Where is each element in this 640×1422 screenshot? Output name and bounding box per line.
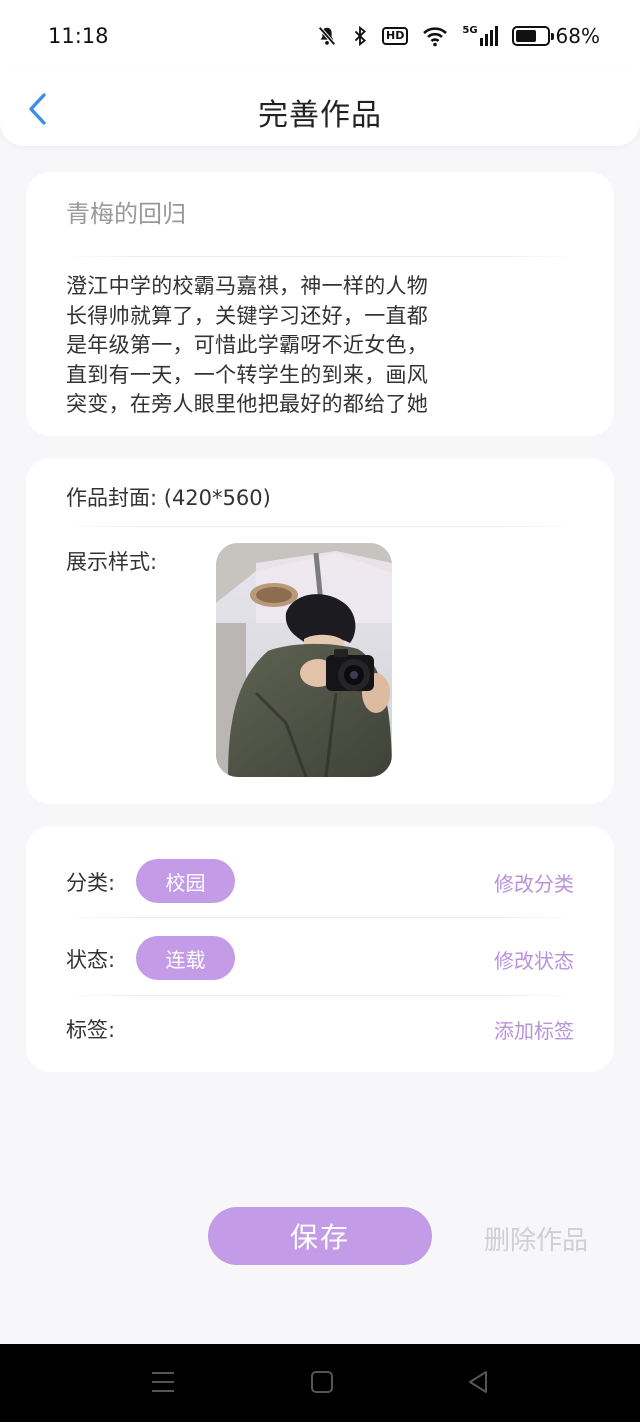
display-style-label: 展示样式:: [66, 550, 158, 574]
home-square-icon[interactable]: [310, 1368, 334, 1396]
system-nav-bar: [0, 1344, 640, 1422]
meta-card: 分类: 校园 修改分类 状态: 连载 修改状态 标签: 添加标签: [26, 826, 614, 1072]
page-title: 完善作品: [258, 98, 382, 133]
status-time: 11:18: [48, 24, 109, 48]
menu-icon[interactable]: [150, 1368, 176, 1396]
cover-divider: [66, 526, 574, 527]
cover-card: 作品封面: (420*560) 展示样式:: [26, 458, 614, 804]
intro-divider: [66, 256, 574, 257]
add-tag-link[interactable]: 添加标签: [494, 1015, 574, 1044]
battery-body: [511, 26, 554, 46]
battery-icon: 68%: [511, 24, 600, 48]
status-label: 状态:: [66, 948, 116, 972]
status-bar: 11:18 HD 5G 68%: [0, 0, 640, 72]
intro-card: 青梅的回归 澄江中学的校霸马嘉祺，神一样的人物 长得帅就算了，关键学习还好，一直…: [26, 172, 614, 436]
cover-label: 作品封面: (420*560): [66, 486, 271, 510]
intro-line: 直到有一天，一个转学生的到来，画风: [66, 362, 429, 387]
intro-line: 是年级第一，可惜此学霸呀不近女色，: [66, 333, 429, 357]
category-tag: 校园: [136, 859, 235, 903]
category-divider: [66, 917, 574, 918]
nav-bar: 完善作品: [0, 72, 640, 146]
cover-image[interactable]: [216, 543, 392, 777]
mute-bell-icon: [316, 25, 338, 47]
edit-status-link[interactable]: 修改状态: [494, 945, 574, 974]
battery-percent: 68%: [555, 24, 600, 48]
category-label: 分类:: [66, 871, 116, 895]
edit-category-link[interactable]: 修改分类: [494, 868, 574, 897]
hd-icon: HD: [382, 27, 409, 45]
tags-label: 标签:: [66, 1018, 116, 1042]
intro-line: 长得帅就算了，关键学习还好，一直都: [66, 303, 429, 328]
status-icons: HD 5G 68%: [316, 24, 600, 48]
intro-line: 澄江中学的校霸马嘉祺，神一样的人物: [66, 274, 429, 298]
intro-line: 突变，在旁人眼里他把最好的都给了她: [66, 392, 429, 416]
signal-icon: 5G: [462, 25, 498, 46]
battery-tip: [550, 33, 554, 40]
work-intro-text[interactable]: 澄江中学的校霸马嘉祺，神一样的人物 长得帅就算了，关键学习还好，一直都 是年级第…: [66, 272, 466, 420]
wifi-icon: [422, 25, 448, 47]
work-title-input[interactable]: 青梅的回归: [66, 194, 186, 229]
bluetooth-icon: [352, 25, 368, 47]
save-button[interactable]: 保存: [208, 1207, 432, 1265]
battery-fill: [515, 30, 536, 42]
status-row: 状态: 连载 修改状态: [26, 934, 614, 984]
network-type: 5G: [462, 25, 478, 36]
delete-work-button[interactable]: 删除作品: [484, 1220, 588, 1257]
status-tag: 连载: [136, 936, 235, 980]
category-row: 分类: 校园 修改分类: [26, 857, 614, 907]
tags-row: 标签: 添加标签: [26, 1004, 614, 1054]
back-triangle-icon[interactable]: [466, 1368, 490, 1396]
status-divider: [66, 995, 574, 996]
